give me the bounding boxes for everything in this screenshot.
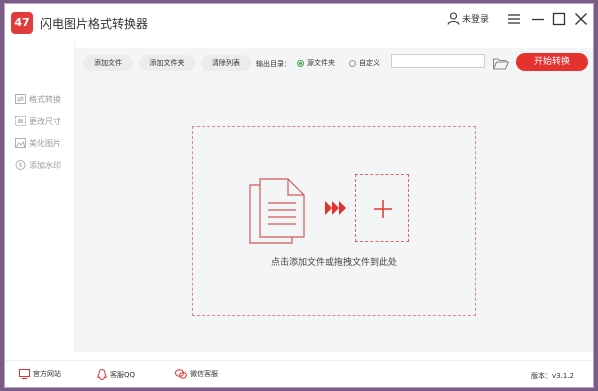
wechat-support-link[interactable]: 微信客服 <box>175 369 218 379</box>
close-icon <box>575 13 587 25</box>
app-title: 闪电图片格式转换器 <box>40 17 149 31</box>
drop-zone[interactable]: 点击添加文件或拖拽文件到此处 <box>192 126 476 316</box>
minimize-button[interactable] <box>529 10 547 28</box>
app-logo: 47 <box>11 12 33 34</box>
close-button[interactable] <box>572 10 590 28</box>
start-convert-button[interactable]: 开始转换 <box>516 53 588 71</box>
title-bar: 47 闪电图片格式转换器 未登录 <box>5 4 593 42</box>
sidebar-item-label: 美化图片 <box>29 138 61 148</box>
beautify-icon <box>15 138 26 148</box>
status-bar: 官方网站 客服QQ 微信客服 版本：v3.1.2 <box>5 360 593 387</box>
toolbar: 添加文件 添加文件夹 清除列表 输出目录： 源文件夹 自定义 开始转换 <box>75 48 593 80</box>
arrow-right-icon <box>325 200 347 219</box>
watermark-icon <box>15 160 26 170</box>
official-website-link[interactable]: 官方网站 <box>19 369 61 379</box>
version-label: 版本：v3.1.2 <box>531 372 574 380</box>
maximize-button[interactable] <box>550 10 568 28</box>
plus-icon <box>374 200 392 218</box>
qq-label: 客服QQ <box>110 370 136 379</box>
wechat-label: 微信客服 <box>190 370 218 378</box>
qq-icon <box>97 369 107 380</box>
minimize-icon <box>532 18 544 21</box>
monitor-icon <box>19 369 30 379</box>
output-path-input[interactable] <box>391 54 485 68</box>
main-area: 点击添加文件或拖拽文件到此处 <box>75 80 593 352</box>
sidebar-item-watermark[interactable]: 添加水印 <box>15 158 61 172</box>
menu-icon <box>508 14 520 24</box>
drop-hint-text: 点击添加文件或拖拽文件到此处 <box>270 258 397 268</box>
user-icon <box>447 12 460 25</box>
output-dir-label: 输出目录： <box>256 60 291 68</box>
radio-custom-label: 自定义 <box>359 59 380 67</box>
radio-source-folder[interactable]: 源文件夹 <box>297 58 335 68</box>
maximize-icon <box>552 12 566 26</box>
documents-icon <box>248 177 306 251</box>
sidebar-item-resize[interactable]: 更改尺寸 <box>15 114 61 128</box>
app-window: 47 闪电图片格式转换器 未登录 格式转换 更改尺寸 美化图片 添加水印 添加文… <box>4 3 594 388</box>
sidebar-item-format-convert[interactable]: 格式转换 <box>15 92 61 106</box>
website-label: 官方网站 <box>33 370 61 378</box>
folder-icon <box>492 58 510 70</box>
sidebar-item-beautify[interactable]: 美化图片 <box>15 136 61 150</box>
sidebar-item-label: 更改尺寸 <box>29 116 61 126</box>
sidebar-item-label: 添加水印 <box>29 160 61 170</box>
clear-list-button[interactable]: 清除列表 <box>201 55 251 71</box>
radio-source-label: 源文件夹 <box>307 59 335 67</box>
login-label: 未登录 <box>462 15 490 25</box>
add-file-button[interactable]: 添加文件 <box>83 55 133 71</box>
resize-icon <box>15 116 26 126</box>
qq-support-link[interactable]: 客服QQ <box>97 369 135 380</box>
radio-checked-icon <box>297 59 304 67</box>
radio-unchecked-icon <box>349 59 356 67</box>
sidebar: 格式转换 更改尺寸 美化图片 添加水印 <box>5 42 75 352</box>
wechat-icon <box>175 369 187 379</box>
add-folder-button[interactable]: 添加文件夹 <box>139 55 195 71</box>
add-file-box[interactable] <box>355 174 409 242</box>
login-button[interactable]: 未登录 <box>447 12 489 25</box>
convert-icon <box>15 94 26 104</box>
menu-button[interactable] <box>505 10 523 28</box>
browse-folder-button[interactable] <box>492 55 510 74</box>
sidebar-item-label: 格式转换 <box>29 94 61 104</box>
radio-custom[interactable]: 自定义 <box>349 58 380 68</box>
